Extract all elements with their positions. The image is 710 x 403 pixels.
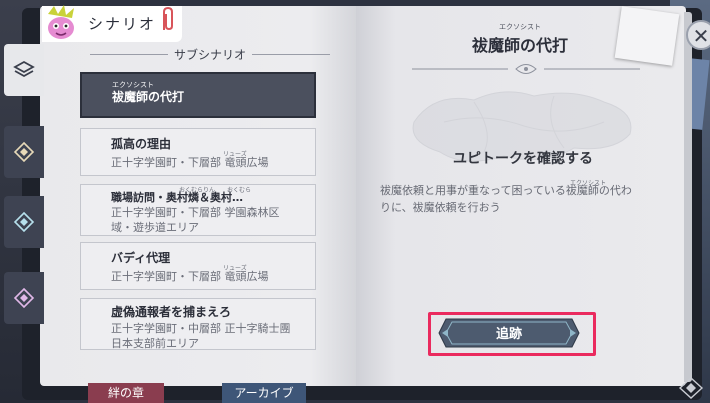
location-line: 正十字学園町・中層部 正十字騎士團: [111, 322, 291, 335]
mascot-icon: [48, 5, 74, 39]
tab-archive[interactable]: アーカイブ: [222, 383, 306, 403]
list-item[interactable]: バディ代理 リューズ 正十字学園町・下層部 竜頭広場: [80, 242, 316, 290]
page-title: シナリオ: [88, 15, 157, 33]
side-tab-subscenario[interactable]: [4, 44, 44, 96]
list-item[interactable]: 孤高の理由 リューズ 正十字学園町・下層部 竜頭広場: [80, 128, 316, 176]
location-ruby: リューズ: [223, 151, 247, 158]
side-tab-4[interactable]: [4, 272, 44, 324]
divider: [90, 54, 168, 55]
description: 祓魔依頼と用事が重なって困っている祓魔師の代わ りに、祓魔依頼を行おう: [380, 182, 676, 216]
diamond-icon: [13, 141, 35, 163]
side-tab-3[interactable]: [4, 196, 44, 248]
tab-bond-chapter[interactable]: 絆の章: [88, 383, 164, 403]
close-icon: ✕: [692, 24, 710, 48]
track-button-highlight: [428, 312, 596, 356]
title-ruby: エクソシスト: [499, 23, 541, 31]
review-yupitalk-button[interactable]: ユピトークを確認する: [378, 148, 668, 168]
description-line: 祓魔依頼と用事が重なって困っている祓魔師の代わ: [380, 184, 632, 197]
title-ruby: おくむらりん おくむら: [179, 187, 252, 194]
paperclip-icon: [163, 6, 173, 31]
list-item-title: 虚偽通報者を捕まえろ: [111, 305, 232, 319]
list-item[interactable]: 虚偽通報者を捕まえろ 正十字学園町・中層部 正十字騎士團 日本支部前エリア: [80, 298, 316, 350]
list-item-location: 正十字学園町・下層部 学園森林区 域・遊歩道エリア: [111, 205, 307, 235]
list-item-location: 正十字学園町・下層部 竜頭広場: [111, 270, 269, 283]
diamond-icon: [13, 287, 35, 309]
diamond-icon: [13, 211, 35, 233]
close-button[interactable]: ✕: [686, 20, 710, 50]
list-item[interactable]: おくむらりん おくむら 職場訪問・奥村燐＆奥村… 正十字学園町・下層部 学園森林…: [80, 184, 316, 236]
location-line: 日本支部前エリア: [111, 337, 199, 350]
list-item-title: 祓魔師の代打: [112, 90, 185, 104]
location-line: 正十字学園町・下層部 学園森林区: [111, 206, 280, 219]
list-item-title: バディ代理: [111, 251, 171, 265]
subscenario-heading: サブシナリオ: [90, 46, 331, 63]
location-line: 域・遊歩道エリア: [111, 221, 199, 234]
ornament-divider: [412, 64, 640, 74]
list-item-location: 正十字学園町・中層部 正十字騎士團 日本支部前エリア: [111, 321, 307, 351]
detail-title: エクソシスト 祓魔師の代打: [400, 22, 640, 56]
list-item-selected[interactable]: エクソシスト 祓魔師の代打: [80, 72, 316, 118]
layers-icon: [13, 60, 35, 78]
location-ruby: リューズ: [223, 265, 247, 272]
side-tab-2[interactable]: [4, 126, 44, 178]
divider: [252, 54, 331, 55]
list-item-location: 正十字学園町・下層部 竜頭広場: [111, 156, 269, 169]
list-item-title: 孤高の理由: [111, 137, 172, 151]
description-line: りに、祓魔依頼を行おう: [380, 201, 501, 214]
subheading-label: サブシナリオ: [174, 48, 247, 62]
page-edge: [684, 12, 692, 382]
corner-ornament-icon: [678, 377, 704, 399]
detail-title-text: 祓魔師の代打: [471, 36, 568, 55]
